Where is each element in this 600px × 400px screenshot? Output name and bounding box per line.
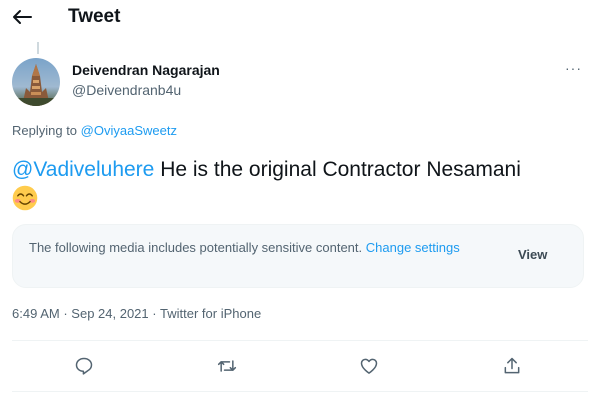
retweet-button[interactable]	[215, 354, 239, 378]
replying-to: Replying to @OviyaaSweetz	[12, 123, 177, 138]
back-button[interactable]	[10, 6, 34, 28]
divider	[12, 340, 588, 341]
more-options-button[interactable]: ···	[565, 60, 583, 78]
share-button[interactable]	[500, 354, 524, 378]
sensitive-message-text: The following media includes potentially…	[29, 240, 363, 255]
avatar[interactable]	[12, 58, 60, 106]
replying-to-link[interactable]: @OviyaaSweetz	[81, 123, 177, 138]
ellipsis-icon: ···	[565, 60, 582, 76]
reply-button[interactable]	[72, 354, 96, 378]
author-handle[interactable]: @Deivendranb4u	[72, 82, 181, 98]
heart-icon	[360, 358, 378, 374]
divider	[12, 391, 588, 392]
change-settings-link[interactable]: Change settings	[366, 240, 460, 255]
sensitive-content-notice: The following media includes potentially…	[12, 224, 584, 288]
temple-avatar	[12, 58, 60, 106]
page-title: Tweet	[68, 6, 121, 27]
tweet-text: @Vadiveluhere He is the original Contrac…	[12, 157, 587, 211]
meta-separator: ·	[63, 306, 68, 321]
tweet-header: Tweet	[0, 0, 600, 36]
like-button[interactable]	[357, 354, 381, 378]
retweet-icon	[217, 360, 237, 372]
reply-icon	[75, 357, 93, 375]
author-name[interactable]: Deivendran Nagarajan	[72, 62, 220, 78]
share-icon	[504, 357, 520, 374]
tweet-time[interactable]: 6:49 AM	[12, 306, 60, 321]
replying-prefix: Replying to	[12, 123, 78, 138]
view-button[interactable]: View	[518, 247, 547, 262]
action-bar	[0, 350, 600, 382]
arrow-left-icon	[13, 10, 32, 24]
thread-line	[37, 42, 39, 54]
smiling-face-emoji-icon	[12, 185, 38, 211]
sensitive-message: The following media includes potentially…	[29, 237, 499, 258]
tweet-date[interactable]: Sep 24, 2021	[71, 306, 148, 321]
meta-separator: ·	[152, 306, 157, 321]
tweet-source[interactable]: Twitter for iPhone	[160, 306, 261, 321]
tweet-meta: 6:49 AM · Sep 24, 2021 · Twitter for iPh…	[12, 306, 261, 321]
tweet-body: He is the original Contractor Nesamani	[154, 158, 521, 181]
mention-link[interactable]: @Vadiveluhere	[12, 158, 154, 181]
